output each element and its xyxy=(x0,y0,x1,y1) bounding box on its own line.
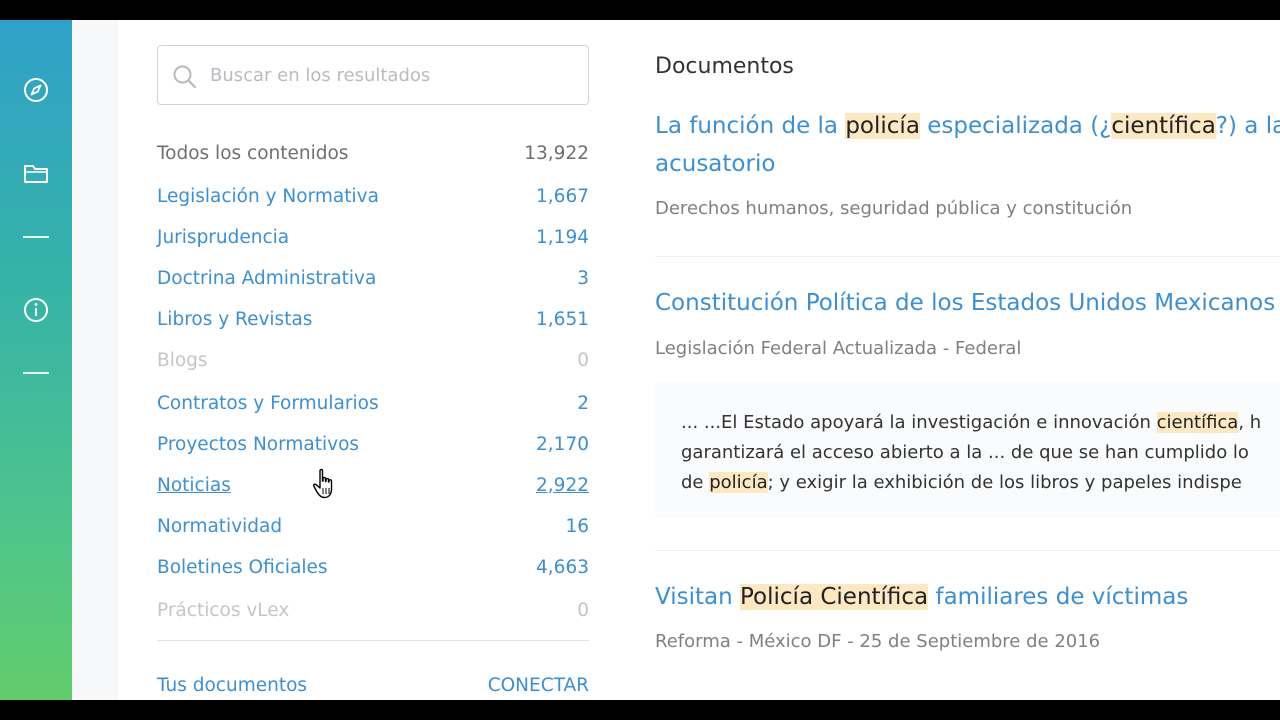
facet-label: Contratos y Formularios xyxy=(157,392,379,414)
facet-count: 2,170 xyxy=(536,433,589,455)
facet-label: Boletines Oficiales xyxy=(157,556,328,578)
facet-label: Prácticos vLex xyxy=(157,599,290,621)
facet-label: Proyectos Normativos xyxy=(157,433,360,455)
search-input[interactable] xyxy=(210,60,570,90)
result-meta: Reforma - México DF - 25 de Septiembre d… xyxy=(655,631,1101,652)
bottom-letterbox xyxy=(0,700,1280,720)
facet-label: Legislación y Normativa xyxy=(157,185,379,207)
compass-icon[interactable] xyxy=(18,72,54,108)
result-separator xyxy=(655,256,1280,257)
result-separator xyxy=(655,550,1280,551)
title-text: La función de la xyxy=(655,113,846,139)
facet-count: 2 xyxy=(577,392,589,414)
result-title-link[interactable]: La función de la policía especializada (… xyxy=(655,107,1280,145)
snippet-line: ... ...El Estado apoyará la investigació… xyxy=(681,408,1280,438)
highlight-term: policía xyxy=(845,113,920,139)
snippet-line: de policía; y exigir la exhibición de lo… xyxy=(681,468,1280,498)
app-window: Todos los contenidos 13,922 Legislación … xyxy=(0,20,1280,700)
facet-row-proyectos[interactable]: Proyectos Normativos 2,170 xyxy=(157,429,589,459)
facet-row-jurisprudencia[interactable]: Jurisprudencia 1,194 xyxy=(157,222,589,252)
facet-row-practicos: Prácticos vLex 0 xyxy=(157,595,589,625)
facet-row-doctrina[interactable]: Doctrina Administrativa 3 xyxy=(157,263,589,293)
facet-row-normatividad[interactable]: Normatividad 16 xyxy=(157,511,589,541)
connect-button[interactable]: CONECTAR xyxy=(488,675,589,696)
my-documents-row: Tus documentos CONECTAR xyxy=(157,670,589,700)
info-icon[interactable] xyxy=(18,292,54,328)
facet-count: 16 xyxy=(565,515,589,537)
facet-label: Blogs xyxy=(157,349,208,371)
facet-label: Todos los contenidos xyxy=(157,142,349,164)
facet-row-noticias[interactable]: Noticias 2,922 xyxy=(157,470,589,500)
results-heading: Documentos xyxy=(655,54,794,79)
rail-divider xyxy=(23,236,49,238)
highlight-term: científica xyxy=(1111,113,1216,139)
facet-count: 0 xyxy=(577,349,589,371)
highlight-term: científica xyxy=(1156,412,1239,433)
facet-count: 0 xyxy=(577,599,589,621)
facet-label: Normatividad xyxy=(157,515,283,537)
facet-row-all[interactable]: Todos los contenidos 13,922 xyxy=(157,138,589,168)
folder-icon[interactable] xyxy=(18,155,54,191)
search-icon xyxy=(172,64,198,94)
facets-divider xyxy=(157,640,589,641)
search-box[interactable] xyxy=(157,45,589,105)
gutter xyxy=(72,20,118,700)
facet-label: Doctrina Administrativa xyxy=(157,267,377,289)
facet-row-legislacion[interactable]: Legislación y Normativa 1,667 xyxy=(157,181,589,211)
result-meta: Derechos humanos, seguridad pública y co… xyxy=(655,198,1133,219)
top-letterbox xyxy=(0,0,1280,20)
title-text: familiares de víctimas xyxy=(928,584,1189,610)
snippet-text: ... ...El Estado apoyará la investigació… xyxy=(681,412,1157,433)
result-title-link[interactable]: Visitan Policía Científica familiares de… xyxy=(655,578,1188,616)
rail-divider xyxy=(23,372,49,374)
highlight-term: Policía Científica xyxy=(740,584,929,610)
result-title-link[interactable]: Constitución Política de los Estados Uni… xyxy=(655,284,1275,322)
facet-row-boletines[interactable]: Boletines Oficiales 4,663 xyxy=(157,552,589,582)
snippet-text: de xyxy=(681,472,710,493)
facet-label: Jurisprudencia xyxy=(157,226,290,248)
facet-count: 1,651 xyxy=(536,308,589,330)
result-title-link[interactable]: acusatorio xyxy=(655,145,775,183)
snippet-text: , h xyxy=(1238,412,1262,433)
facet-count: 13,922 xyxy=(524,142,589,164)
hand-cursor-icon xyxy=(312,468,338,504)
result-meta: Legislación Federal Actualizada - Federa… xyxy=(655,338,1022,359)
title-text: especializada (¿ xyxy=(919,113,1112,139)
highlight-term: policía xyxy=(709,472,768,493)
facet-count: 1,194 xyxy=(536,226,589,248)
facet-label: Noticias xyxy=(157,474,231,496)
my-documents-link[interactable]: Tus documentos xyxy=(157,675,307,696)
nav-rail xyxy=(0,20,72,700)
facet-count: 4,663 xyxy=(536,556,589,578)
facet-row-libros[interactable]: Libros y Revistas 1,651 xyxy=(157,304,589,334)
facet-row-blogs: Blogs 0 xyxy=(157,345,589,375)
result-snippet: ... ...El Estado apoyará la investigació… xyxy=(655,382,1280,518)
results-panel: Documentos La función de la policía espe… xyxy=(615,20,1280,700)
snippet-text: ; y exigir la exhibición de los libros y… xyxy=(767,472,1242,493)
facet-row-contratos[interactable]: Contratos y Formularios 2 xyxy=(157,388,589,418)
facet-count: 3 xyxy=(577,267,589,289)
facet-count: 1,667 xyxy=(536,185,589,207)
facet-count: 2,922 xyxy=(536,474,589,496)
facet-label: Libros y Revistas xyxy=(157,308,313,330)
title-text: Visitan xyxy=(655,584,740,610)
title-text: ?) a la xyxy=(1215,113,1280,139)
facets-panel: Todos los contenidos 13,922 Legislación … xyxy=(118,20,615,700)
snippet-line: garantizará el acceso abierto a la ... d… xyxy=(681,442,1249,463)
